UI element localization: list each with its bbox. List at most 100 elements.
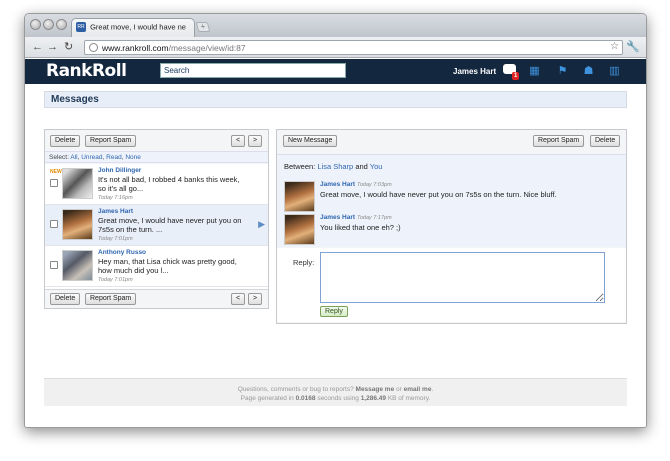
message-sender[interactable]: James Hart: [320, 214, 355, 221]
footer-generated-label: Page generated in: [240, 395, 294, 402]
browser-tab[interactable]: RR Great move, I would have ne: [71, 18, 195, 37]
browser-titlebar: RR Great move, I would have ne +: [25, 14, 646, 37]
footer-seconds-label: seconds using: [317, 395, 359, 402]
username[interactable]: James Hart: [453, 67, 496, 76]
zoom-window-button[interactable]: [56, 19, 67, 30]
site-search-input[interactable]: [160, 63, 346, 78]
between-line: Between: Lisa Sharp and You: [284, 162, 382, 171]
settings-icon[interactable]: ▥: [607, 65, 622, 78]
address-bar[interactable]: www.rankroll.com/message/view/id:87 ☆: [84, 40, 623, 55]
list-item[interactable]: NEW John Dillinger It's not all bad, I r…: [45, 164, 268, 205]
message-sender[interactable]: James Hart: [320, 181, 355, 188]
message-time: Today 7:17pm: [357, 215, 392, 221]
message-time: Today 7:03pm: [357, 182, 392, 188]
reply-textarea[interactable]: [320, 252, 605, 303]
report-spam-button[interactable]: Report Spam: [85, 135, 137, 147]
wrench-icon[interactable]: 🔧: [626, 40, 640, 53]
page-footer: Questions, comments or bug to reports? M…: [44, 378, 627, 406]
conversation-panel: New Message Report Spam Delete Between: …: [276, 129, 627, 324]
between-label: Between:: [284, 162, 316, 171]
select-all-link[interactable]: All: [70, 154, 77, 161]
selected-arrow-icon: ▶: [258, 219, 265, 229]
back-icon[interactable]: ←: [32, 40, 43, 54]
and-label: and: [355, 162, 368, 171]
close-window-button[interactable]: [30, 19, 41, 30]
participant-you[interactable]: You: [370, 162, 383, 171]
calendar-icon[interactable]: ▦: [527, 65, 542, 78]
forward-icon[interactable]: →: [47, 40, 58, 54]
next-page-button[interactable]: >: [248, 135, 262, 147]
flag-icon[interactable]: ⚑: [555, 65, 570, 78]
message-snippet-line1: Great move, I would have never put you o…: [98, 216, 242, 225]
message-sender[interactable]: James Hart: [98, 208, 133, 215]
browser-toolbar: ← → ↻ www.rankroll.com/message/view/id:8…: [25, 37, 646, 58]
select-label: Select:: [49, 154, 69, 161]
report-spam-button-bottom[interactable]: Report Spam: [85, 293, 137, 305]
new-tab-button[interactable]: +: [195, 22, 211, 32]
avatar: [62, 168, 93, 199]
list-footer-toolbar: Delete Report Spam < >: [45, 289, 268, 308]
footer-memory-label: KB of memory.: [387, 395, 431, 402]
avatar: [284, 181, 315, 212]
url-path: /message/view/id:87: [168, 43, 246, 53]
url-host: www.rankroll.com: [102, 43, 169, 53]
message-list-panel: Delete Report Spam < > Select: All, Unre…: [44, 129, 269, 309]
memory-usage: 1,286.49: [360, 395, 386, 402]
avatar: [62, 250, 93, 281]
select-none-link[interactable]: None: [125, 154, 141, 161]
message-snippet-line2: 7s5s on the turn. ...: [98, 225, 163, 234]
generation-time: 0.0168: [295, 395, 316, 402]
delete-button-bottom[interactable]: Delete: [50, 293, 81, 305]
message-sender[interactable]: John Dillinger: [98, 167, 141, 174]
participant-link[interactable]: Lisa Sharp: [317, 162, 353, 171]
new-badge: NEW: [50, 169, 62, 175]
message-snippet-line1: It's not all bad, I robbed 4 banks this …: [98, 175, 240, 184]
next-page-button-bottom[interactable]: >: [248, 293, 262, 305]
message-time: Today 7:01pm: [98, 277, 133, 283]
prev-page-button-bottom[interactable]: <: [231, 293, 245, 305]
message-me-link[interactable]: Message me: [356, 386, 395, 393]
reply-area: Reply: Reply: [277, 248, 626, 322]
list-item[interactable]: Anthony Russo Hey man, that Lisa chick w…: [45, 246, 268, 287]
select-unread-link[interactable]: Unread: [81, 154, 102, 161]
message-checkbox[interactable]: [50, 261, 58, 269]
message-text: Great move, I would have never put you o…: [320, 190, 557, 199]
message-snippet-line1: Hey man, that Lisa chick was pretty good…: [98, 257, 237, 266]
page-content: Messages Delete Report Spam < > Select: …: [25, 84, 646, 427]
select-filter-bar: Select: All, Unread, Read, None: [45, 151, 268, 163]
footer-question: Questions, comments or bug to reports?: [237, 386, 354, 393]
message-sender[interactable]: Anthony Russo: [98, 249, 146, 256]
site-header: RankRoll James Hart 1 ▦ ⚑ ☗ ▥: [25, 59, 646, 84]
report-spam-button-right[interactable]: Report Spam: [533, 135, 585, 147]
tab-title: Great move, I would have ne: [90, 22, 186, 32]
message-checkbox[interactable]: [50, 179, 58, 187]
list-item[interactable]: James Hart Great move, I would have neve…: [45, 205, 268, 246]
email-me-link[interactable]: email me: [404, 386, 432, 393]
reply-label: Reply:: [293, 258, 315, 267]
message-time: Today 7:01pm: [98, 236, 133, 242]
select-read-link[interactable]: Read: [106, 154, 122, 161]
message-time: Today 7:16pm: [98, 195, 133, 201]
favicon-icon: RR: [76, 22, 86, 33]
bookmark-star-icon[interactable]: ☆: [610, 41, 619, 52]
site-logo[interactable]: RankRoll: [46, 61, 127, 81]
message-checkbox[interactable]: [50, 220, 58, 228]
minimize-window-button[interactable]: [43, 19, 54, 30]
avatar: [62, 209, 93, 240]
delete-button[interactable]: Delete: [50, 135, 81, 147]
users-icon[interactable]: ☗: [581, 65, 596, 78]
message-snippet-line2: how much did you l...: [98, 266, 169, 275]
conversation-thread: Between: Lisa Sharp and You James Hart T…: [277, 154, 626, 247]
globe-icon: [89, 43, 98, 52]
message-text: You liked that one eh? ;): [320, 223, 401, 232]
prev-page-button[interactable]: <: [231, 135, 245, 147]
reply-button[interactable]: Reply: [320, 306, 348, 317]
new-message-button[interactable]: New Message: [283, 135, 338, 147]
message-list: NEW John Dillinger It's not all bad, I r…: [45, 164, 268, 290]
browser-window: RR Great move, I would have ne + ← → ↻ w…: [24, 13, 647, 428]
page-title: Messages: [44, 91, 627, 108]
footer-or: or: [396, 386, 402, 393]
notification-badge: 1: [512, 72, 520, 80]
delete-button-right[interactable]: Delete: [590, 135, 621, 147]
reload-icon[interactable]: ↻: [64, 40, 73, 54]
